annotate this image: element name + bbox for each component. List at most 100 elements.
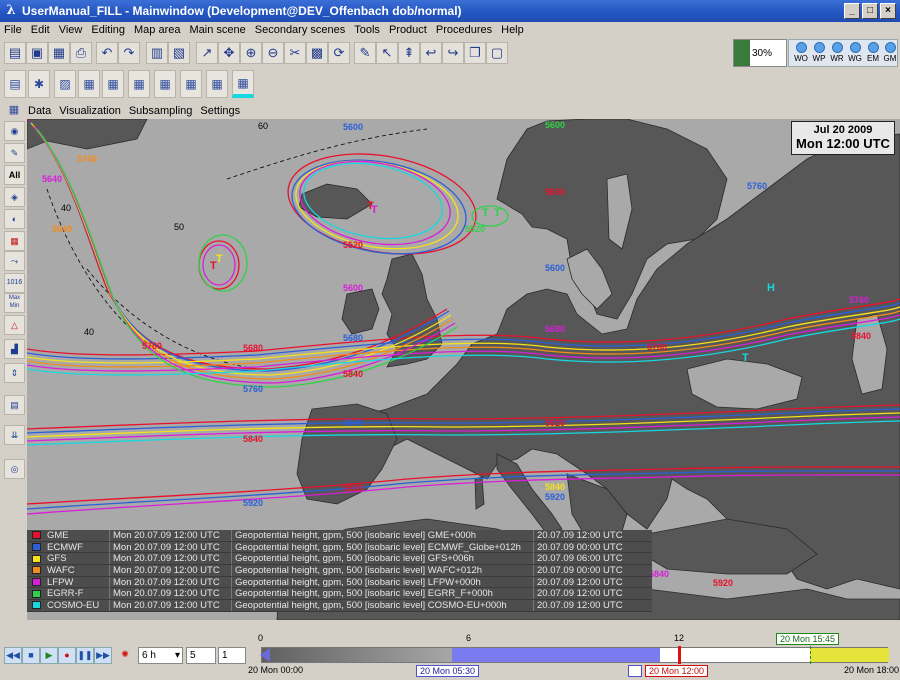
pointer-icon[interactable]: ↗ [196, 42, 218, 64]
menu-editing[interactable]: Editing [91, 24, 125, 36]
triangle-icon[interactable]: △ [4, 315, 25, 335]
close-button[interactable]: × [880, 3, 896, 19]
rewind-icon[interactable]: ◀◀ [4, 647, 22, 664]
current-time-marker[interactable] [678, 646, 682, 664]
speed-spinner[interactable]: 1 [218, 647, 246, 664]
legend-row[interactable]: LFPW Mon 20.07.09 12:00 UTC Geopotential h… [27, 576, 652, 589]
camera-icon[interactable]: ◉ [4, 121, 25, 141]
legend-row[interactable]: WAFC Mon 20.07.09 12:00 UTC Geopotential h… [27, 564, 652, 577]
zoom-in-icon[interactable]: ⊕ [240, 42, 262, 64]
pause-icon[interactable]: ❚❚ [76, 647, 94, 664]
layers-icon[interactable]: ▥ [146, 42, 168, 64]
menu-tools[interactable]: Tools [354, 24, 380, 36]
model-wr[interactable]: WR [827, 42, 847, 63]
dashed-contour-label: 40 [84, 327, 94, 337]
select-icon[interactable]: ↖ [376, 42, 398, 64]
loop-spinner[interactable]: 5 [186, 647, 216, 664]
menu-help[interactable]: Help [501, 24, 524, 36]
zoom-out-icon[interactable]: ⊖ [262, 42, 284, 64]
legend-row[interactable]: GME Mon 20.07.09 12:00 UTC Geopotential he… [27, 529, 652, 542]
submenu-settings[interactable]: Settings [200, 105, 240, 117]
all-button[interactable]: All [4, 165, 25, 185]
layers-panel-icon[interactable]: ▤ [4, 70, 26, 98]
legend-row[interactable]: ECMWF Mon 20.07.09 12:00 UTC Geopotential … [27, 541, 652, 554]
fast-forward-icon[interactable]: ▶▶ [94, 647, 112, 664]
new-icon[interactable]: ▤ [4, 42, 26, 64]
print-icon[interactable]: ⎙ [70, 42, 92, 64]
move-icon[interactable]: ⇞ [398, 42, 420, 64]
legend-row[interactable]: EGRR-F Mon 20.07.09 12:00 UTC Geopotential… [27, 588, 652, 601]
menu-map-area[interactable]: Map area [134, 24, 180, 36]
wave-icon[interactable]: ◐ [4, 209, 25, 229]
maxmin-button[interactable]: Max Min [4, 293, 25, 313]
refresh-icon[interactable]: ⟳ [328, 42, 350, 64]
paste-icon[interactable]: ▢ [486, 42, 508, 64]
open-icon[interactable]: ▦ [48, 42, 70, 64]
copy-icon[interactable]: ❐ [464, 42, 486, 64]
model-wp[interactable]: WP [809, 42, 829, 63]
contour-label: 5600 [343, 283, 363, 293]
data-icon[interactable]: ▧ [168, 42, 190, 64]
wind-icon[interactable]: ⤳ [4, 251, 25, 271]
draw-icon[interactable]: ✎ [4, 143, 25, 163]
back-icon[interactable]: ↩ [420, 42, 442, 64]
layers-down-icon[interactable]: ⇊ [4, 425, 25, 445]
layer-lfpw-icon[interactable]: ▦ [180, 70, 202, 98]
step-select[interactable]: 6 h ▾ [138, 647, 183, 664]
timeline-slider[interactable] [260, 646, 889, 664]
minimize-button[interactable]: _ [844, 3, 860, 19]
forward-icon[interactable]: ↪ [442, 42, 464, 64]
settings-gear-icon[interactable]: ✺ [116, 647, 134, 664]
layer-gfs-icon[interactable]: ▦ [128, 70, 150, 98]
legend-description: Geopotential height, gpm, 500 [isobaric … [231, 553, 533, 565]
vertical-icon[interactable]: ⇕ [4, 363, 25, 383]
menu-main-scene[interactable]: Main scene [189, 24, 245, 36]
legend-row[interactable]: GFS Mon 20.07.09 12:00 UTC Geopotential he… [27, 553, 652, 566]
layer-settings-icon[interactable]: ▦ [6, 103, 22, 118]
record-icon[interactable]: ● [58, 647, 76, 664]
redo-icon[interactable]: ↷ [118, 42, 140, 64]
maximize-button[interactable]: □ [862, 3, 878, 19]
submenu-data[interactable]: Data [28, 105, 51, 117]
contour-label: 5760 [243, 384, 263, 394]
region-icon[interactable]: ▩ [306, 42, 328, 64]
model-wo[interactable]: WO [791, 42, 811, 63]
contour-label: 5840 [851, 331, 871, 341]
menu-file[interactable]: File [4, 24, 22, 36]
picture-icon[interactable]: ▨ [54, 70, 76, 98]
submenu-visualization[interactable]: Visualization [59, 105, 121, 117]
values-button[interactable]: 1016 [4, 273, 25, 293]
save-icon[interactable]: ▣ [26, 42, 48, 64]
layer-gme-icon[interactable]: ▦ [78, 70, 100, 98]
stop-square-icon[interactable]: ■ [22, 647, 40, 664]
menu-edit[interactable]: Edit [31, 24, 50, 36]
model-label: GM [883, 54, 897, 63]
target-icon[interactable]: ◎ [4, 459, 25, 479]
layer-egrr-icon[interactable]: ▦ [206, 70, 228, 98]
edit-icon[interactable]: ✎ [354, 42, 376, 64]
legend-row[interactable]: COSMO-EU Mon 20.07.09 12:00 UTC Geopotenti… [27, 599, 652, 612]
scatter-icon[interactable]: ✱ [28, 70, 50, 98]
model-gm[interactable]: GM [880, 42, 900, 63]
shield-icon[interactable]: ◈ [4, 187, 25, 207]
layer-cosmo-icon[interactable]: ▦ [232, 70, 254, 98]
chart-icon[interactable]: ▟ [4, 339, 25, 359]
menu-product[interactable]: Product [389, 24, 427, 36]
menu-view[interactable]: View [59, 24, 83, 36]
layer-ecmwf-icon[interactable]: ▦ [102, 70, 124, 98]
model-wg[interactable]: WG [845, 42, 865, 63]
submenu-subsampling[interactable]: Subsampling [129, 105, 193, 117]
menu-procedures[interactable]: Procedures [436, 24, 492, 36]
layer-wafc-icon[interactable]: ▦ [154, 70, 176, 98]
menu-secondary-scenes[interactable]: Secondary scenes [255, 24, 346, 36]
undo-icon[interactable]: ↶ [96, 42, 118, 64]
stack-icon[interactable]: ▤ [4, 395, 25, 415]
legend-valid-time: 20.07.09 12:00 UTC [533, 599, 623, 611]
map-view[interactable]: 5600 5760 5640 5640 5600 5600 5760 5600 … [27, 119, 900, 620]
legend-model-name: COSMO-EU [47, 599, 100, 611]
measure-icon[interactable]: ✂ [284, 42, 306, 64]
pan-icon[interactable]: ✥ [218, 42, 240, 64]
grid-values-icon[interactable]: ▦ [4, 231, 25, 251]
contour-label: 5840 [545, 482, 565, 492]
play-icon[interactable]: ▶ [40, 647, 58, 664]
